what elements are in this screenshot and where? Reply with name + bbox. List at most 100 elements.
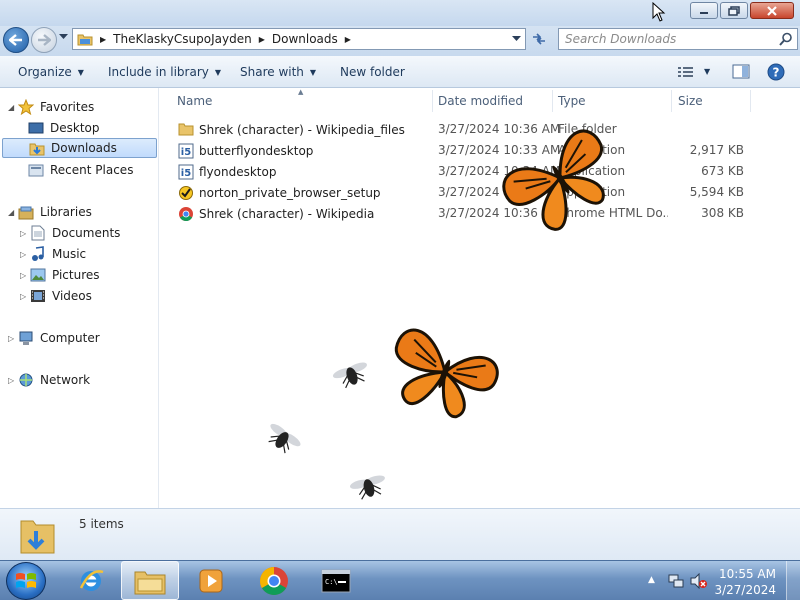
nav-documents[interactable]: Documents	[30, 223, 120, 243]
refresh-icon	[533, 33, 545, 45]
expanded-triangle-icon[interactable]: ◢	[8, 208, 14, 217]
search-box[interactable]	[558, 28, 798, 50]
close-button[interactable]	[750, 2, 794, 19]
new-folder-button[interactable]: New folder	[340, 65, 405, 79]
breadcrumb-user[interactable]: TheKlaskyCsupoJayden	[109, 32, 256, 46]
search-icon[interactable]	[779, 32, 793, 46]
back-button[interactable]	[3, 27, 29, 53]
nav-computer[interactable]: Computer	[18, 328, 100, 348]
file-row[interactable]: Shrek (character) - Wikipedia_files 3/27…	[160, 119, 800, 140]
column-divider[interactable]	[750, 90, 751, 112]
svg-text:C:\: C:\	[325, 578, 338, 586]
show-desktop-button[interactable]	[786, 561, 800, 600]
folder-icon	[178, 122, 194, 138]
taskbar-chrome[interactable]	[245, 561, 303, 600]
nav-videos[interactable]: Videos	[30, 286, 92, 306]
minimize-icon	[700, 11, 708, 14]
volume-muted-icon[interactable]	[690, 573, 708, 589]
details-pane: 5 items	[0, 508, 800, 560]
organize-menu[interactable]: Organize ▼	[18, 65, 84, 79]
nav-pictures-label: Pictures	[52, 268, 100, 282]
nav-network[interactable]: Network	[18, 370, 90, 390]
videos-icon	[30, 288, 46, 304]
nav-pictures[interactable]: Pictures	[30, 265, 100, 285]
nav-videos-label: Videos	[52, 289, 92, 303]
forward-button[interactable]	[31, 27, 57, 53]
view-chevron-down-icon[interactable]: ▼	[704, 67, 710, 76]
file-date: 3/27/2024 10:36 AM	[438, 206, 561, 220]
column-divider[interactable]	[671, 90, 672, 112]
start-button[interactable]	[6, 562, 46, 600]
norton-icon	[178, 185, 194, 201]
preview-pane-icon[interactable]	[732, 64, 750, 79]
desktop-icon	[28, 120, 44, 136]
media-player-icon	[199, 569, 223, 592]
collapsed-triangle-icon[interactable]: ▷	[8, 334, 14, 343]
nav-favorites[interactable]: Favorites	[18, 97, 94, 117]
breadcrumb-separator-icon[interactable]: ▶	[345, 35, 351, 44]
new-folder-label: New folder	[340, 65, 405, 79]
taskbar-media-player[interactable]	[182, 561, 240, 600]
file-type: Application	[558, 143, 626, 157]
show-hidden-icons-chevron-up-icon[interactable]: ▲	[648, 575, 655, 585]
collapsed-triangle-icon[interactable]: ▷	[8, 376, 14, 385]
taskbar-internet-explorer[interactable]	[62, 561, 120, 600]
share-with-menu[interactable]: Share with ▼	[240, 65, 316, 79]
column-divider[interactable]	[552, 90, 553, 112]
nav-recent-places[interactable]: Recent Places	[28, 160, 133, 180]
breadcrumb-downloads[interactable]: Downloads	[268, 32, 342, 46]
nav-libraries[interactable]: Libraries	[18, 202, 92, 222]
collapsed-triangle-icon[interactable]: ▷	[20, 271, 26, 280]
include-in-library-menu[interactable]: Include in library ▼	[108, 65, 221, 79]
title-bar[interactable]	[0, 0, 800, 26]
clock[interactable]: 10:55 AM 3/27/2024	[714, 566, 776, 598]
column-header-type[interactable]: Type	[558, 94, 586, 108]
collapsed-triangle-icon[interactable]: ▷	[20, 292, 26, 301]
pictures-icon	[30, 267, 46, 283]
expanded-triangle-icon[interactable]: ◢	[8, 103, 14, 112]
taskbar-windows-explorer[interactable]	[121, 561, 179, 600]
nav-music[interactable]: Music	[30, 244, 86, 264]
chevron-down-icon: ▼	[309, 67, 317, 77]
help-icon[interactable]: ?	[767, 63, 785, 81]
network-tray-icon[interactable]	[668, 573, 684, 589]
chrome-icon	[178, 206, 194, 222]
recent-pages-chevron-down-icon[interactable]	[59, 34, 68, 40]
minimize-button[interactable]	[690, 2, 718, 19]
documents-icon	[30, 225, 46, 241]
taskbar-command-prompt[interactable]: C:\	[307, 561, 365, 600]
file-row[interactable]: norton_private_browser_setup 3/27/2024 1…	[160, 182, 800, 203]
file-name: Shrek (character) - Wikipedia_files	[199, 123, 405, 137]
file-row[interactable]: Shrek (character) - Wikipedia 3/27/2024 …	[160, 203, 800, 224]
column-divider[interactable]	[432, 90, 433, 112]
address-row: ▶ TheKlaskyCsupoJayden ▶ Downloads ▶	[0, 26, 800, 56]
address-history-chevron-down-icon[interactable]	[512, 36, 521, 42]
collapsed-triangle-icon[interactable]: ▷	[20, 250, 26, 259]
file-name-cell: i5 butterflyondesktop	[178, 143, 313, 159]
refresh-button[interactable]	[528, 29, 550, 49]
file-name: norton_private_browser_setup	[199, 186, 381, 200]
search-input[interactable]	[565, 32, 765, 46]
share-with-label: Share with	[240, 65, 304, 79]
file-name-cell: Shrek (character) - Wikipedia_files	[178, 122, 405, 138]
address-bar[interactable]: ▶ TheKlaskyCsupoJayden ▶ Downloads ▶	[72, 28, 526, 50]
column-header-size[interactable]: Size	[678, 94, 703, 108]
file-row[interactable]: i5 flyondesktop 3/27/2024 10:34 AM Appli…	[160, 161, 800, 182]
file-date: 3/27/2024 10:33 AM	[438, 143, 561, 157]
nav-desktop[interactable]: Desktop	[28, 118, 100, 138]
chrome-icon	[260, 566, 288, 595]
installer-icon: i5	[178, 164, 194, 180]
view-options-icon[interactable]	[678, 66, 694, 78]
breadcrumb-separator-icon[interactable]: ▶	[100, 35, 106, 44]
collapsed-triangle-icon[interactable]: ▷	[20, 229, 26, 238]
column-header-date-modified[interactable]: Date modified	[438, 94, 523, 108]
computer-icon	[18, 330, 34, 346]
file-row[interactable]: i5 butterflyondesktop 3/27/2024 10:33 AM…	[160, 140, 800, 161]
network-icon	[18, 372, 34, 388]
nav-downloads[interactable]: Downloads	[2, 138, 157, 158]
column-header-name[interactable]: Name	[177, 94, 212, 108]
breadcrumb-separator-icon[interactable]: ▶	[259, 35, 265, 44]
taskbar: C:\ ▲ 10:55 AM 3/27/2024	[0, 560, 800, 600]
maximize-button[interactable]	[720, 2, 748, 19]
windows-logo-icon	[16, 573, 36, 588]
